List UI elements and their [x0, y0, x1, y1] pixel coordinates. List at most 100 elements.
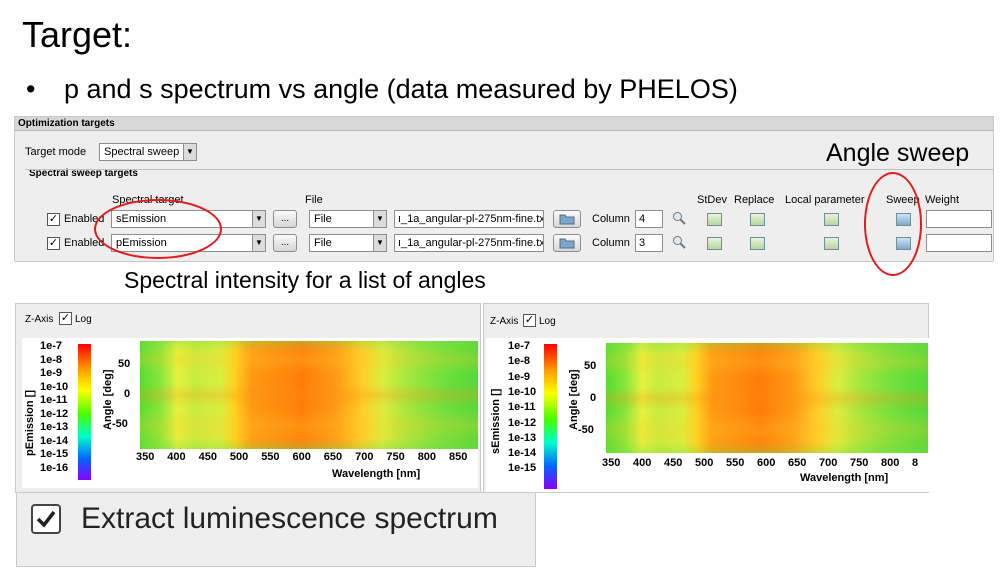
stdev-icon[interactable] — [707, 237, 722, 250]
col-stdev: StDev — [697, 194, 727, 206]
x-tick: 650 — [323, 451, 343, 463]
y-tick: -50 — [578, 424, 594, 436]
x-tick: 750 — [386, 451, 405, 463]
spectral-caption: Spectral intensity for a list of angles — [124, 267, 486, 293]
zaxis-label: Z-Axis — [490, 316, 519, 327]
bullet-marker: • — [26, 74, 36, 104]
checkmark-icon — [36, 510, 56, 528]
local-parameter-icon[interactable] — [824, 237, 839, 250]
magnifier-icon[interactable] — [672, 235, 686, 249]
colorbar-tick: 1e-13 — [40, 421, 69, 433]
x-tick: 500 — [229, 451, 249, 463]
colorbar-s — [544, 344, 557, 489]
x-tick: 800 — [881, 457, 900, 469]
colorbar-label-s: sEmission [] — [490, 388, 502, 454]
optimization-panel-header: Optimization targets — [15, 117, 993, 131]
y-tick: 0 — [590, 392, 597, 404]
stdev-icon[interactable] — [707, 213, 722, 226]
colorbar-tick: 1e-10 — [508, 385, 537, 398]
x-tick: 750 — [850, 457, 869, 469]
x-tick: 400 — [167, 451, 186, 463]
colorbar-tick: 1e-8 — [508, 355, 531, 368]
file-type-select[interactable]: File — [309, 234, 375, 252]
colorbar-tick: 1e-14 — [40, 434, 69, 447]
heatmap-panel-s: Z-Axis ✓ Log 1e-7 1e-8 1e-9 1e-10 1e-11 1e-12… — [483, 303, 930, 493]
target-mode-select[interactable]: Spectral sweep — [99, 143, 185, 161]
open-folder-button[interactable] — [553, 234, 581, 252]
colorbar-tick: 1e-15 — [508, 462, 537, 475]
colorbar-tick: 1e-13 — [508, 431, 537, 444]
bullet-text: p and s spectrum vs angle (data measured… — [64, 74, 738, 104]
filename-field[interactable]: ı_1a_angular-pl-275nm-fine.txt — [394, 234, 544, 252]
column-field[interactable]: 4 — [635, 210, 663, 228]
column-field[interactable]: 3 — [635, 234, 663, 252]
colorbar-tick: 1e-7 — [508, 340, 531, 352]
col-weight: Weight — [925, 194, 960, 206]
x-tick: 500 — [695, 457, 714, 469]
enabled-checkbox[interactable]: ✓ — [47, 237, 60, 250]
x-tick: 450 — [664, 457, 683, 469]
replace-icon[interactable] — [750, 213, 765, 226]
log-checkbox[interactable]: ✓ — [59, 312, 72, 325]
target-mode-dropdown-icon[interactable]: ▼ — [183, 143, 197, 161]
log-label: Log — [539, 316, 556, 327]
x-tick: 850 — [449, 451, 468, 463]
colorbar-tick: 1e-16 — [40, 461, 69, 474]
y-tick: 0 — [124, 388, 131, 400]
log-checkbox[interactable]: ✓ — [523, 314, 536, 327]
replace-icon[interactable] — [750, 237, 765, 250]
spectral-target-highlight-ellipse — [94, 199, 222, 259]
open-folder-button[interactable] — [553, 210, 581, 228]
file-type-select[interactable]: File — [309, 210, 375, 228]
weight-field[interactable] — [926, 234, 992, 252]
file-type-dropdown-icon[interactable]: ▼ — [373, 210, 387, 228]
sweep-highlight-ellipse — [864, 172, 922, 276]
x-tick: 350 — [136, 451, 155, 463]
heatmap-layer — [140, 341, 478, 449]
extract-luminescence-checkbox[interactable] — [31, 504, 61, 534]
file-type-dropdown-icon[interactable]: ▼ — [373, 234, 387, 252]
folder-icon — [559, 214, 575, 225]
browse-target-button[interactable]: ... — [273, 210, 297, 228]
target-mode-label: Target mode — [25, 146, 87, 158]
extract-luminescence-label: Extract luminescence spectrum — [81, 502, 498, 535]
enabled-checkbox[interactable]: ✓ — [47, 213, 60, 226]
slide-title: Target: — [22, 14, 133, 55]
local-parameter-icon[interactable] — [824, 213, 839, 226]
col-local-parameter: Local parameter — [785, 194, 865, 206]
colorbar-tick: 1e-9 — [508, 370, 531, 383]
heatmap-image-p — [140, 341, 478, 449]
x-tick: 550 — [726, 457, 745, 469]
x-tick: 450 — [198, 451, 217, 463]
magnifier-icon[interactable] — [672, 211, 686, 225]
spectral-target-dropdown-icon[interactable]: ▼ — [252, 234, 266, 252]
x-tick: 600 — [292, 451, 311, 463]
x-tick: 700 — [819, 457, 838, 469]
weight-field[interactable] — [926, 210, 992, 228]
zaxis-label: Z-Axis — [25, 314, 54, 325]
y-axis-label-s: Angle [deg] — [568, 369, 580, 431]
column-label: Column — [592, 237, 630, 249]
colorbar-tick: 1e-8 — [40, 353, 63, 366]
x-tick: 400 — [633, 457, 652, 469]
colorbar-tick: 1e-12 — [40, 407, 69, 420]
x-tick: 550 — [261, 451, 280, 463]
col-file: File — [305, 194, 323, 206]
spectral-target-dropdown-icon[interactable]: ▼ — [252, 210, 266, 228]
colorbar-p — [78, 344, 91, 480]
colorbar-tick: 1e-10 — [40, 380, 69, 393]
x-axis-label-s: Wavelength [nm] — [800, 472, 889, 484]
bullet-line: • p and s spectrum vs angle (data measure… — [26, 74, 738, 105]
x-tick: 350 — [602, 457, 621, 469]
filename-field[interactable]: ı_1a_angular-pl-275nm-fine.txt — [394, 210, 544, 228]
colorbar-tick: 1e-15 — [40, 448, 69, 460]
extract-luminescence-panel: Extract luminescence spectrum — [16, 492, 536, 567]
heatmap-image-s — [606, 343, 928, 453]
x-tick: 8 — [912, 457, 919, 469]
x-tick: 600 — [757, 457, 776, 469]
folder-icon — [559, 238, 575, 249]
x-tick: 650 — [788, 457, 807, 469]
column-label: Column — [592, 213, 630, 225]
browse-target-button[interactable]: ... — [273, 234, 297, 252]
colorbar-tick: 1e-7 — [40, 340, 63, 352]
